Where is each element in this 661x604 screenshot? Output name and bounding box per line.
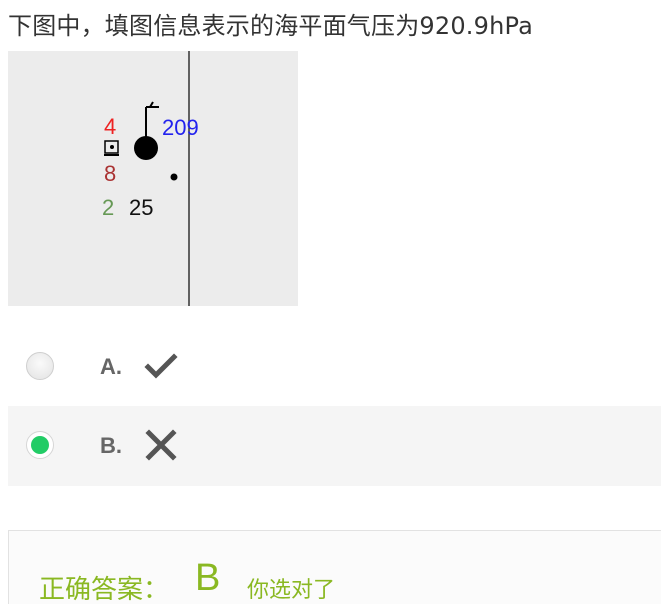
quiz-page: 下图中，填图信息表示的海平面气压为920.9hPa 4 8 209 2 25 A…	[0, 0, 661, 604]
tendency-number: 8	[104, 161, 116, 186]
option-b-letter: B.	[100, 433, 122, 458]
answer-panel: 正确答案： B 你选对了	[8, 530, 661, 604]
temperature-number: 4	[104, 114, 116, 139]
correct-answer-value: B	[195, 557, 221, 599]
check-icon	[144, 349, 178, 387]
answer-feedback: 你选对了	[247, 578, 336, 603]
radio-b[interactable]	[26, 431, 54, 459]
weather-station-figure: 4 8 209 2 25	[8, 51, 298, 306]
cross-icon	[144, 428, 178, 466]
bottom-left-number: 2	[102, 195, 114, 220]
pressure-number: 209	[162, 115, 199, 140]
weather-dot	[170, 173, 178, 181]
radio-a[interactable]	[26, 352, 54, 380]
correct-answer-label: 正确答案：	[39, 575, 170, 604]
option-a-letter: A.	[100, 354, 122, 379]
option-a[interactable]: A.	[8, 327, 661, 407]
station-plot-svg: 4 8 209 2 25	[102, 51, 199, 306]
question-text: 下图中，填图信息表示的海平面气压为920.9hPa	[8, 12, 534, 40]
radio-selected-dot	[31, 436, 49, 454]
bottom-number: 25	[129, 195, 153, 220]
option-b[interactable]: B.	[8, 406, 661, 486]
tendency-dot	[110, 145, 114, 149]
station-circle	[134, 136, 158, 160]
